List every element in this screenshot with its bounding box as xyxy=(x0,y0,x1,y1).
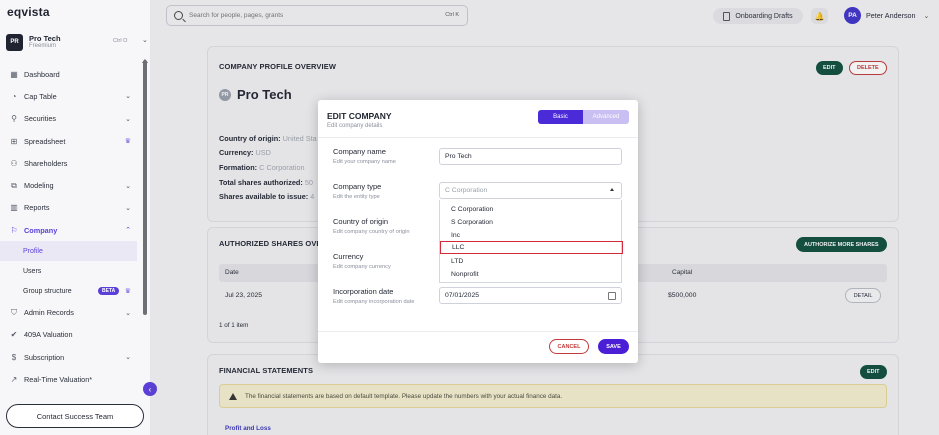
sidebar-item-409a-valuation[interactable]: ✔ 409A Valuation xyxy=(0,324,151,346)
country-label: Country of origin xyxy=(333,217,389,226)
sidebar-subitem-label: Profile xyxy=(23,247,43,255)
sidebar-item-label: Spreadsheet xyxy=(24,136,66,146)
chevron-down-icon: ⌄ xyxy=(125,204,131,212)
chevron-down-icon: ⌄ xyxy=(125,115,131,123)
sidebar-item-label: Modeling xyxy=(24,181,54,191)
sidebar-subitem-profile[interactable]: Profile xyxy=(0,241,137,262)
save-button[interactable]: SAVE xyxy=(598,339,629,354)
sidebar-item-label: Admin Records xyxy=(24,308,74,318)
sidebar-subitem-users[interactable]: Users xyxy=(0,261,151,281)
dashboard-icon: ▦ xyxy=(10,69,18,79)
sidebar-item-securities[interactable]: ⚲ Securities ⌄ xyxy=(0,108,151,130)
dollar-icon: $ xyxy=(11,352,17,362)
company-switch-shortcut: Ctrl O xyxy=(113,38,128,44)
company-type-dropdown: C Corporation S Corporation Inc LLC LTD … xyxy=(439,200,623,283)
incorporation-date-value: 07/01/2025 xyxy=(445,292,480,299)
caret-up-icon xyxy=(610,188,614,191)
beta-badge: BETA xyxy=(98,287,120,296)
option-c-corporation[interactable]: C Corporation xyxy=(440,203,623,216)
company-switcher-name: Pro Tech xyxy=(29,33,61,43)
sidebar: eqvista PR Pro Tech Freemium Ctrl O ⌄ ▦ … xyxy=(0,0,151,435)
sidebar-subitem-label: Group structure xyxy=(23,287,72,295)
option-llc[interactable]: LLC xyxy=(440,241,623,254)
sidebar-item-reports[interactable]: ▥ Reports ⌄ xyxy=(0,197,151,219)
incorporation-date-help: Edit company incorporation date xyxy=(333,299,415,305)
sidebar-item-spreadsheet[interactable]: ⊞ Spreadsheet ♛ xyxy=(0,130,151,152)
tab-basic[interactable]: Basic xyxy=(538,110,583,124)
sidebar-subitem-group-structure[interactable]: Group structure BETA ♛ xyxy=(0,281,151,301)
company-plan: Freemium xyxy=(29,42,57,49)
sidebar-item-label: Shareholders xyxy=(24,158,68,168)
currency-label: Currency xyxy=(333,252,364,261)
company-name-field[interactable]: Pro Tech xyxy=(439,148,622,165)
sidebar-item-company[interactable]: ⚐ Company ⌃ xyxy=(0,219,151,241)
sidebar-item-subscription[interactable]: $ Subscription ⌄ xyxy=(0,346,151,368)
sidebar-item-label: Securities xyxy=(24,114,57,124)
shield-icon: ⛉ xyxy=(11,307,17,317)
sidebar-item-label: Cap Table xyxy=(24,91,57,101)
cancel-button[interactable]: CANCEL xyxy=(549,339,589,354)
sidebar-item-real-time-valuation[interactable]: ↗ Real-Time Valuation* xyxy=(0,368,151,390)
incorporation-date-label: Incorporation date xyxy=(333,287,394,296)
crown-icon: ♛ xyxy=(124,138,131,146)
users-icon: ⚇ xyxy=(10,158,18,168)
chart-icon: ↗ xyxy=(10,374,18,384)
company-type-label: Company type xyxy=(333,182,382,191)
currency-help: Edit company currency xyxy=(333,264,391,270)
company-switcher[interactable]: PR Pro Tech Freemium Ctrl O ⌄ xyxy=(6,31,148,53)
chevron-down-icon: ⌄ xyxy=(142,37,148,44)
calendar-icon[interactable] xyxy=(608,292,616,300)
modal-title: EDIT COMPANY xyxy=(327,111,392,121)
country-help: Edit company country of origin xyxy=(333,229,410,235)
crown-icon: ♛ xyxy=(124,288,131,296)
sidebar-item-shareholders[interactable]: ⚇ Shareholders xyxy=(0,152,151,174)
chevron-down-icon: ⌄ xyxy=(125,309,131,317)
option-ltd[interactable]: LTD xyxy=(440,255,623,268)
divider xyxy=(318,137,638,138)
company-type-help: Edit the entity type xyxy=(333,194,380,200)
incorporation-date-field[interactable]: 07/01/2025 xyxy=(439,287,622,304)
sidebar-item-admin-records[interactable]: ⛉ Admin Records ⌄ xyxy=(0,301,151,323)
company-meta: Pro Tech Freemium xyxy=(29,35,61,49)
company-name-help: Edit your company name xyxy=(333,159,396,165)
sidebar-item-dashboard[interactable]: ▦ Dashboard xyxy=(0,63,151,85)
sidebar-item-cap-table[interactable]: ◔ Cap Table ⌄ xyxy=(0,85,151,107)
spreadsheet-icon: ⊞ xyxy=(10,136,18,146)
option-s-corporation[interactable]: S Corporation xyxy=(440,216,623,229)
option-nonprofit[interactable]: Nonprofit xyxy=(440,268,623,281)
contact-success-team-button[interactable]: Contact Success Team xyxy=(6,404,144,428)
sidebar-item-label: Subscription xyxy=(24,352,65,362)
check-badge-icon: ✔ xyxy=(10,330,18,340)
chevron-down-icon: ⌄ xyxy=(125,182,131,190)
company-type-select[interactable]: C Corporation xyxy=(439,182,622,199)
app-logo: eqvista xyxy=(7,5,50,19)
tab-advanced[interactable]: Advanced xyxy=(583,110,629,124)
company-avatar: PR xyxy=(6,33,23,51)
sidebar-item-label: Dashboard xyxy=(24,69,60,79)
divider xyxy=(318,331,638,332)
company-name-label: Company name xyxy=(333,147,386,156)
reports-icon: ▥ xyxy=(10,203,18,213)
sidebar-item-label: Company xyxy=(24,225,58,235)
securities-icon: ⚲ xyxy=(11,114,17,124)
company-type-value: C Corporation xyxy=(445,187,488,194)
edit-company-modal: EDIT COMPANY Edit company details Basic … xyxy=(318,100,638,363)
chevron-down-icon: ⌄ xyxy=(125,354,131,362)
sidebar-item-label: 409A Valuation xyxy=(24,330,73,340)
mode-toggle: Basic Advanced xyxy=(538,110,629,124)
sidebar-item-label: Reports xyxy=(24,203,50,213)
sidebar-subitem-label: Users xyxy=(23,267,42,275)
company-icon: ⚐ xyxy=(10,225,18,235)
sidebar-item-label: Real-Time Valuation* xyxy=(24,374,93,384)
modal-subtitle: Edit company details xyxy=(327,123,383,129)
chevron-down-icon: ⌄ xyxy=(125,93,131,101)
sidebar-nav: ▦ Dashboard ◔ Cap Table ⌄ ⚲ Securities ⌄… xyxy=(0,63,151,391)
pie-icon: ◔ xyxy=(11,91,17,101)
sidebar-item-modeling[interactable]: ⧉ Modeling ⌄ xyxy=(0,174,151,196)
modeling-icon: ⧉ xyxy=(11,180,17,190)
chevron-up-icon: ⌃ xyxy=(125,227,131,235)
